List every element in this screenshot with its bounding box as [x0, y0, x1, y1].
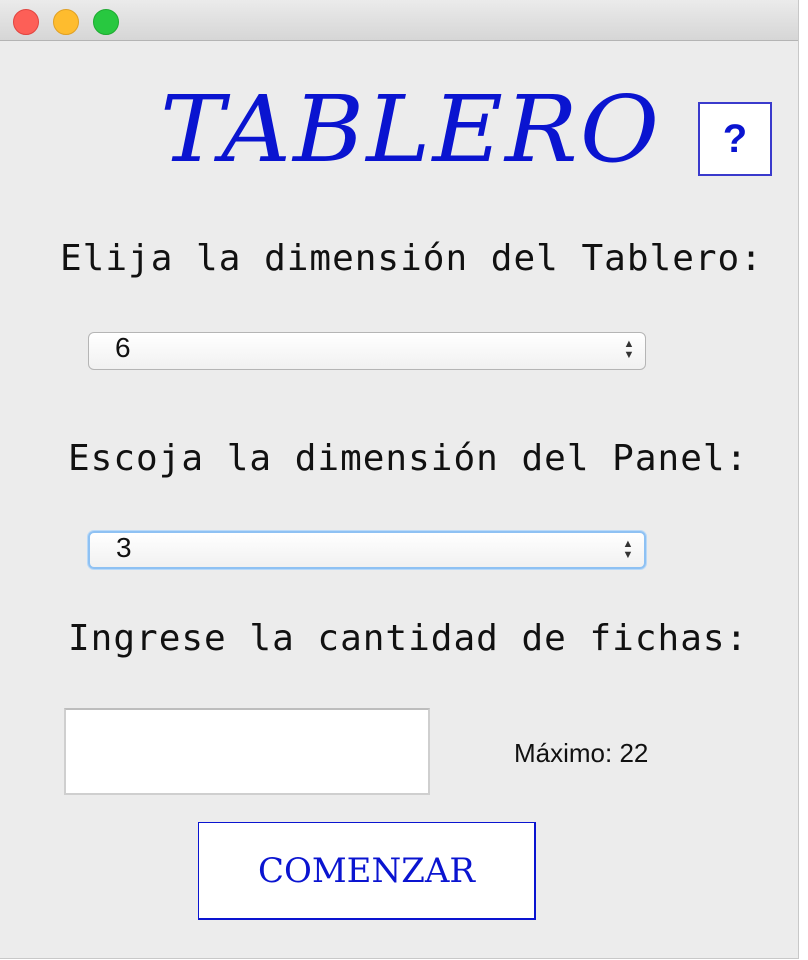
page-title: TABLERO [160, 76, 662, 183]
board-dimension-value: 6 [115, 332, 131, 363]
panel-dimension-value: 3 [116, 532, 132, 563]
start-button[interactable]: COMENZAR [198, 822, 536, 920]
close-window-button[interactable] [13, 9, 39, 35]
chips-count-label: Ingrese la cantidad de fichas: [68, 618, 749, 659]
help-button[interactable]: ? [698, 102, 772, 176]
app-window: TABLERO ? Elija la dimensión del Tablero… [0, 0, 799, 959]
title-bar [0, 0, 798, 41]
panel-dimension-select[interactable]: 3 ▲ ▼ [88, 531, 646, 569]
chevron-up-down-icon: ▲ ▼ [622, 538, 634, 561]
chips-max-text: Máximo: 22 [514, 738, 649, 768]
zoom-window-button[interactable] [93, 9, 119, 35]
minimize-window-button[interactable] [53, 9, 79, 35]
board-dimension-label: Elija la dimensión del Tablero: [60, 238, 763, 279]
board-dimension-select[interactable]: 6 ▲ ▼ [88, 332, 646, 370]
chevron-up-down-icon: ▲ ▼ [623, 338, 635, 361]
panel-dimension-label: Escoja la dimensión del Panel: [68, 438, 749, 479]
chips-count-input[interactable] [64, 708, 430, 795]
